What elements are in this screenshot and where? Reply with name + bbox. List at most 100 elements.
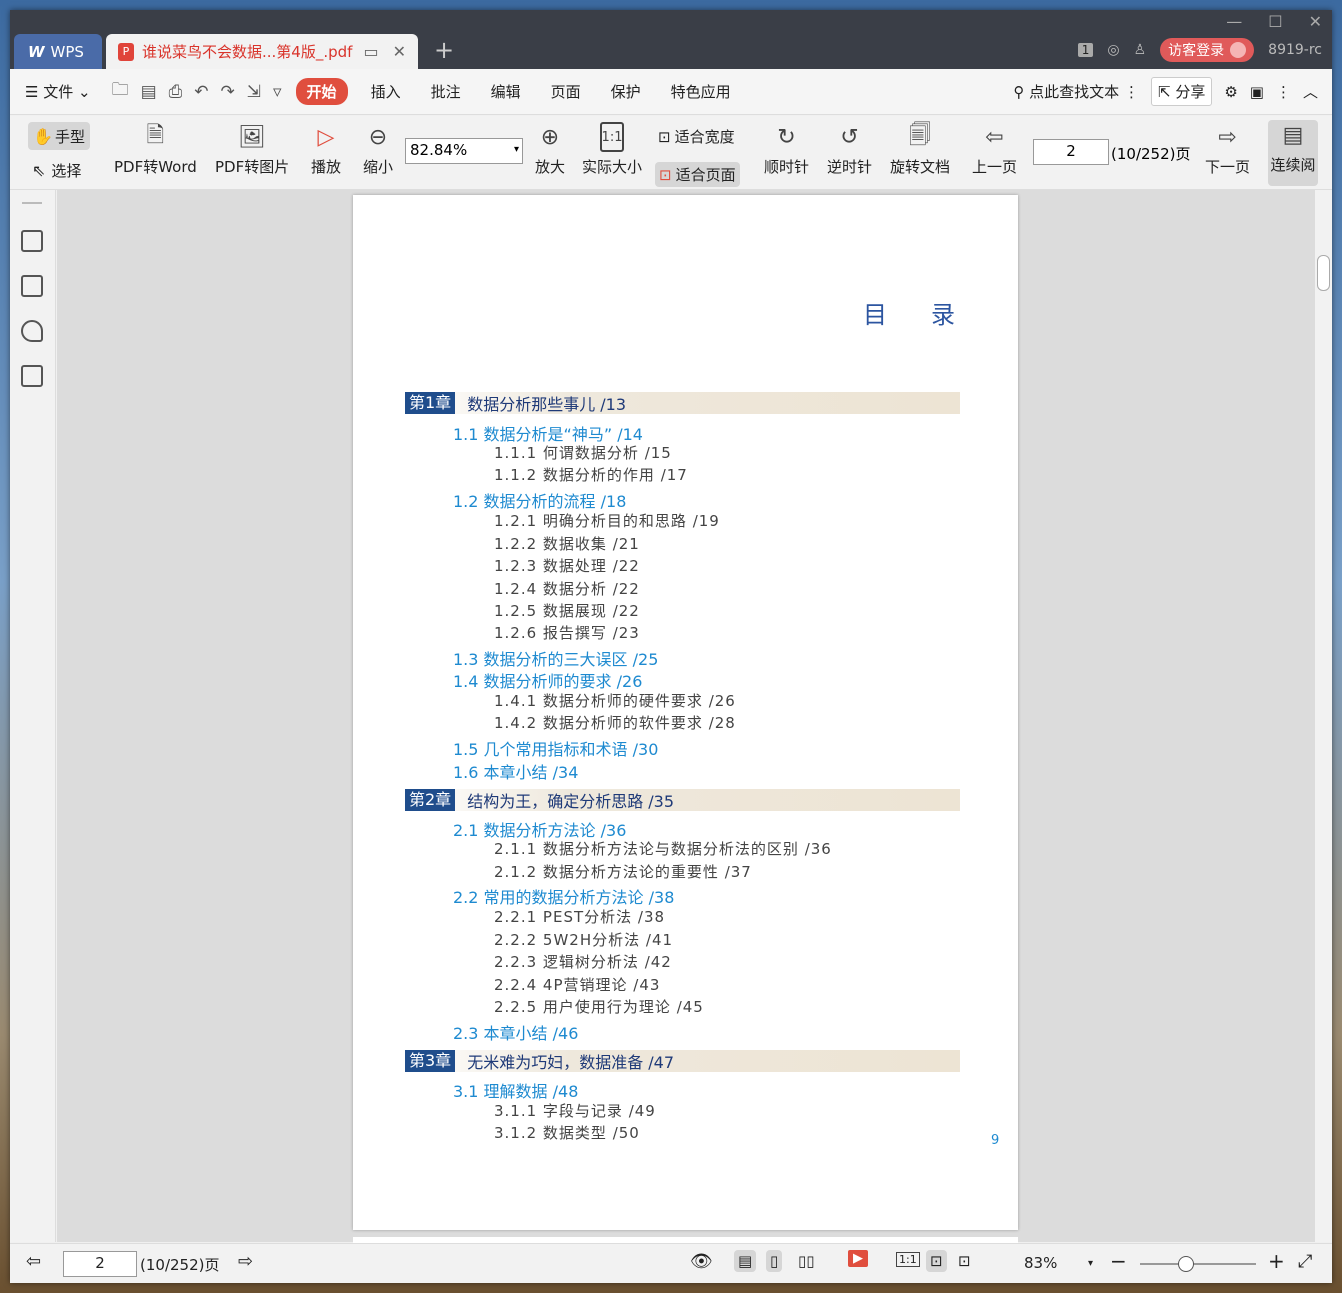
select-tool-button[interactable]: ⇖ 选择 <box>32 160 81 181</box>
scrollbar-thumb[interactable] <box>1317 255 1330 291</box>
undo-icon[interactable]: ↶ <box>188 82 214 102</box>
tab-wps[interactable]: W WPS <box>14 34 102 69</box>
title-bar-right: 1 ◎ ♙ 访客登录 8919-rc <box>1077 38 1322 62</box>
tab-annotate[interactable]: 批注 <box>416 81 476 102</box>
more-quick-icon[interactable]: ▿ <box>267 82 288 102</box>
skin-icon[interactable]: ♙ <box>1134 42 1147 58</box>
hand-icon: ✋ <box>33 126 53 146</box>
page-number-input[interactable]: 2 <box>1033 139 1109 165</box>
zoom-select[interactable]: 82.84% ▾ <box>405 138 523 164</box>
fit-width-button[interactable]: ⊡ 适合宽度 <box>658 126 735 147</box>
chevron-down-icon: ▾ <box>513 144 519 155</box>
pdf-page: 目录 9 第1章 数据分析那些事儿 /13 1.1 数据分析是“神马” /14 1.1… <box>353 195 1018 1230</box>
new-tab-button[interactable]: + <box>434 38 454 62</box>
search-label: 点此查找文本 <box>1029 83 1120 101</box>
status-prev-page-icon[interactable]: ⇦ <box>26 1251 41 1272</box>
file-menu[interactable]: ☰ 文件 ⌄ <box>10 81 106 102</box>
theme-icon[interactable]: ◎ <box>1107 42 1119 58</box>
continuous-read-button[interactable]: ▤ 连续阅 <box>1268 120 1318 186</box>
zoom-minus-icon[interactable]: − <box>1110 1249 1127 1273</box>
tab-special[interactable]: 特色应用 <box>656 81 746 102</box>
fit-page-button[interactable]: ⊡ 适合页面 <box>655 162 740 187</box>
tab-edit[interactable]: 编辑 <box>476 81 536 102</box>
next-page-button[interactable]: ⇨ 下一页 <box>1205 122 1250 177</box>
thumbnail-icon[interactable] <box>21 275 43 297</box>
fit-page-status-icon[interactable]: ⊡ <box>926 1250 947 1272</box>
fit-width-status-icon[interactable]: ⊡ <box>958 1252 971 1270</box>
play-mode-icon[interactable]: ▶ <box>848 1250 868 1267</box>
login-label: 访客登录 <box>1168 43 1225 59</box>
toc-subsection: 2.2.1 PEST分析法 /38 <box>494 908 666 926</box>
rotate-counterclockwise-button[interactable]: ↺ 逆时针 <box>827 122 872 177</box>
status-page-input[interactable]: 2 <box>63 1251 137 1277</box>
outline-icon[interactable] <box>21 230 43 252</box>
prev-page-button[interactable]: ⇦ 上一页 <box>972 122 1017 177</box>
redo-icon[interactable]: ↷ <box>215 82 241 102</box>
tab-start[interactable]: 开始 <box>295 78 348 105</box>
zoom-plus-icon[interactable]: + <box>1268 1249 1285 1273</box>
comment-icon[interactable]: ▣ <box>1250 83 1264 101</box>
more-icon[interactable]: ⋮ <box>1276 83 1291 101</box>
search-text-button[interactable]: ⚲ 点此查找文本 ⋮ <box>1013 81 1139 102</box>
double-page-view-icon[interactable]: ▯▯ <box>798 1252 815 1270</box>
actual-size-status-icon[interactable]: 1:1 <box>896 1252 920 1267</box>
zoom-percent[interactable]: 83% <box>1024 1254 1057 1272</box>
tab-protect[interactable]: 保护 <box>596 81 656 102</box>
rotate-clockwise-icon: ↻ <box>777 124 796 150</box>
minimize-icon[interactable]: — <box>1226 12 1242 31</box>
actual-size-icon: 1:1 <box>600 122 624 152</box>
tab-document[interactable]: P 谁说菜鸟不会数据...第4版_.pdf ▭ ✕ <box>106 34 418 69</box>
vertical-scrollbar[interactable] <box>1315 190 1332 1242</box>
fullscreen-icon[interactable]: ⤢ <box>1298 1251 1312 1272</box>
menu-bar: ☰ 文件 ⌄ 🗀 ▤ ⎙ ↶ ↷ ⇲ ▿ 开始 插入 批注 编辑 页面 保护 特… <box>10 69 1332 115</box>
tab-insert[interactable]: 插入 <box>356 81 416 102</box>
zoom-slider[interactable] <box>1140 1263 1256 1265</box>
login-button[interactable]: 访客登录 <box>1160 38 1255 62</box>
play-button[interactable]: ▷ 播放 <box>310 122 342 177</box>
window-count-badge[interactable]: 1 <box>1077 43 1094 57</box>
open-icon[interactable]: 🗀 <box>106 77 135 106</box>
collapse-ribbon-icon[interactable]: ︿ <box>1303 81 1318 102</box>
pdf-to-image-button[interactable]: 🖼 PDF转图片 <box>215 122 289 177</box>
play-icon: ▷ <box>317 124 335 150</box>
rotate-document-button[interactable]: 🗐 旋转文档 <box>890 122 950 177</box>
single-page-view-icon[interactable]: ▤ <box>734 1250 757 1272</box>
clockwise-label: 顺时针 <box>764 158 810 176</box>
share-button[interactable]: ⇱ 分享 <box>1150 77 1213 106</box>
close-tab-icon[interactable]: ✕ <box>393 42 406 61</box>
eye-protection-icon[interactable]: 👁 <box>690 1251 713 1272</box>
zoom-out-button[interactable]: ⊖ 缩小 <box>362 122 394 177</box>
zoom-in-button[interactable]: ⊕ 放大 <box>534 122 566 177</box>
print-icon[interactable]: ⎙ <box>163 82 189 102</box>
toc-section: 1.6 本章小结 /34 <box>453 763 579 782</box>
save-icon[interactable]: ▤ <box>135 82 163 102</box>
settings-icon[interactable]: ⚙ <box>1224 83 1237 101</box>
hand-tool-button[interactable]: ✋ 手型 <box>28 122 90 150</box>
zoom-slider-handle[interactable] <box>1178 1256 1194 1272</box>
export-icon[interactable]: ⇲ <box>241 82 267 102</box>
actual-size-label: 实际大小 <box>582 158 643 176</box>
toc-chapter: 第3章 无米难为巧妇，数据准备 /47 <box>405 1050 960 1072</box>
status-next-page-icon[interactable]: ⇨ <box>238 1251 253 1272</box>
zoom-dropdown-icon[interactable]: ▾ <box>1088 1258 1093 1269</box>
pin-icon[interactable]: ▭ <box>363 42 378 61</box>
share-icon: ⇱ <box>1157 83 1171 101</box>
arrow-right-icon: ⇨ <box>1218 124 1237 150</box>
toc-subsection: 3.1.1 字段与记录 /49 <box>494 1102 656 1120</box>
signature-icon[interactable] <box>21 365 43 387</box>
pdf-to-word-button[interactable]: 🗎 PDF转Word <box>114 122 197 177</box>
status-bar: ⇦ 2 (10/252)页 ⇨ 👁 ▤ ▯ ▯▯ ▶ 1:1 ⊡ ⊡ 83% ▾… <box>10 1243 1332 1283</box>
annotation-icon[interactable] <box>21 320 43 342</box>
chapter-title: 结构为王，确定分析思路 /35 <box>467 792 675 811</box>
tab-page[interactable]: 页面 <box>536 81 596 102</box>
ribbon-toolbar: ✋ 手型 ⇖ 选择 🗎 PDF转Word 🖼 PDF转图片 ▷ 播放 ⊖ 缩小 82.84%… <box>10 116 1332 190</box>
rotate-clockwise-button[interactable]: ↻ 顺时针 <box>764 122 809 177</box>
zoom-in-label: 放大 <box>534 158 565 176</box>
continuous-view-icon[interactable]: ▯ <box>766 1250 783 1272</box>
actual-size-button[interactable]: 1:1 实际大小 <box>582 122 642 177</box>
close-window-icon[interactable]: ✕ <box>1309 12 1322 31</box>
next-page-label: 下一页 <box>1205 158 1251 176</box>
maximize-icon[interactable]: ☐ <box>1268 12 1282 31</box>
document-view[interactable]: 目录 9 第1章 数据分析那些事儿 /13 1.1 数据分析是“神马” /14 1.1… <box>57 190 1315 1247</box>
rotate-document-label: 旋转文档 <box>890 158 951 176</box>
